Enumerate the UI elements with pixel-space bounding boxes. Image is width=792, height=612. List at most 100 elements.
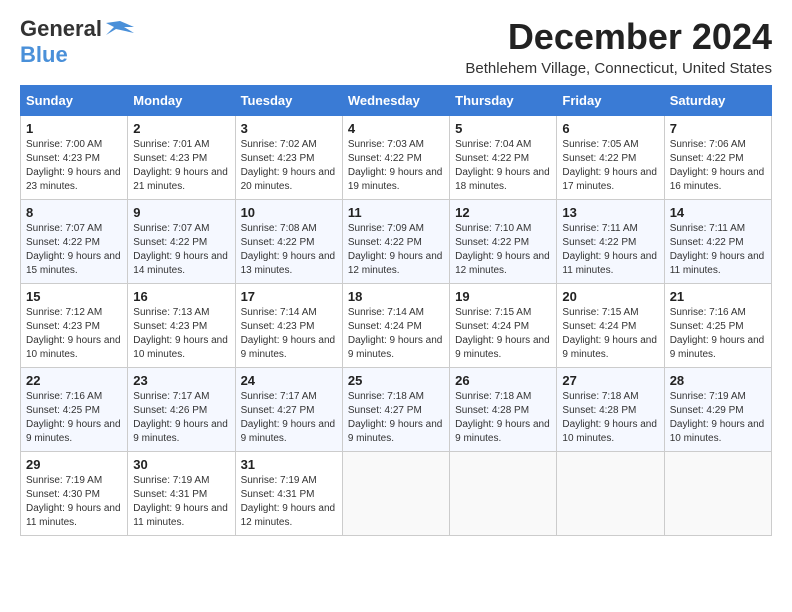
day-number: 25 (348, 373, 444, 388)
cell-info: Sunrise: 7:16 AMSunset: 4:25 PMDaylight:… (26, 390, 122, 446)
calendar-title: December 2024 (465, 16, 772, 58)
day-number: 13 (562, 205, 658, 220)
calendar-cell: 23 Sunrise: 7:17 AMSunset: 4:26 PMDayligh… (128, 368, 235, 452)
calendar-cell: 27Sunrise: 7:18 AMSunset: 4:28 PMDayligh… (557, 368, 664, 452)
day-number: 11 (348, 205, 444, 220)
calendar-cell: 2 Sunrise: 7:01 AMSunset: 4:23 PMDaylight… (128, 116, 235, 200)
calendar-cell: 21 Sunrise: 7:16 AMSunset: 4:25 PMDayligh… (664, 284, 771, 368)
calendar-cell: 22 Sunrise: 7:16 AMSunset: 4:25 PMDayligh… (21, 368, 128, 452)
cell-info: Sunrise: 7:09 AMSunset: 4:22 PMDaylight:… (348, 222, 444, 278)
day-number: 22 (26, 373, 122, 388)
logo: General Blue (20, 16, 134, 68)
cell-info: Sunrise: 7:14 AMSunset: 4:24 PMDaylight:… (348, 306, 444, 362)
day-header-thursday: Thursday (450, 86, 557, 116)
cell-info: Sunrise: 7:19 AMSunset: 4:31 PMDaylight:… (133, 474, 229, 530)
calendar-cell: 31 Sunrise: 7:19 AMSunset: 4:31 PMDayligh… (235, 452, 342, 536)
calendar-cell: 19 Sunrise: 7:15 AMSunset: 4:24 PMDayligh… (450, 284, 557, 368)
calendar-cell: 17 Sunrise: 7:14 AMSunset: 4:23 PMDayligh… (235, 284, 342, 368)
cell-info: Sunrise: 7:04 AMSunset: 4:22 PMDaylight:… (455, 138, 551, 194)
day-number: 19 (455, 289, 551, 304)
cell-info: Sunrise: 7:08 AMSunset: 4:22 PMDaylight:… (241, 222, 337, 278)
day-header-tuesday: Tuesday (235, 86, 342, 116)
cell-info: Sunrise: 7:19 AMSunset: 4:31 PMDaylight:… (241, 474, 337, 530)
cell-info: Sunrise: 7:15 AMSunset: 4:24 PMDaylight:… (562, 306, 658, 362)
cell-info: Sunrise: 7:01 AMSunset: 4:23 PMDaylight:… (133, 138, 229, 194)
calendar-cell: 5 Sunrise: 7:04 AMSunset: 4:22 PMDaylight… (450, 116, 557, 200)
day-number: 15 (26, 289, 122, 304)
calendar-table: SundayMondayTuesdayWednesdayThursdayFrid… (20, 85, 772, 536)
cell-info: Sunrise: 7:18 AMSunset: 4:28 PMDaylight:… (562, 390, 658, 446)
day-number: 29 (26, 457, 122, 472)
day-number: 3 (241, 121, 337, 136)
day-number: 26 (455, 373, 551, 388)
day-number: 5 (455, 121, 551, 136)
day-header-wednesday: Wednesday (342, 86, 449, 116)
cell-info: Sunrise: 7:11 AMSunset: 4:22 PMDaylight:… (562, 222, 658, 278)
cell-info: Sunrise: 7:07 AMSunset: 4:22 PMDaylight:… (26, 222, 122, 278)
calendar-cell: 7Sunrise: 7:06 AMSunset: 4:22 PMDaylight… (664, 116, 771, 200)
logo-text-blue: Blue (20, 42, 68, 67)
cell-info: Sunrise: 7:10 AMSunset: 4:22 PMDaylight:… (455, 222, 551, 278)
calendar-cell: 10 Sunrise: 7:08 AMSunset: 4:22 PMDayligh… (235, 200, 342, 284)
calendar-cell: 30 Sunrise: 7:19 AMSunset: 4:31 PMDayligh… (128, 452, 235, 536)
calendar-cell (450, 452, 557, 536)
calendar-header-row: SundayMondayTuesdayWednesdayThursdayFrid… (21, 86, 772, 116)
calendar-cell: 9 Sunrise: 7:07 AMSunset: 4:22 PMDaylight… (128, 200, 235, 284)
cell-info: Sunrise: 7:12 AMSunset: 4:23 PMDaylight:… (26, 306, 122, 362)
calendar-cell: 1 Sunrise: 7:00 AMSunset: 4:23 PMDaylight… (21, 116, 128, 200)
title-block: December 2024 Bethlehem Village, Connect… (465, 16, 772, 77)
logo-bird-icon (106, 19, 134, 39)
calendar-cell: 13 Sunrise: 7:11 AMSunset: 4:22 PMDayligh… (557, 200, 664, 284)
cell-info: Sunrise: 7:07 AMSunset: 4:22 PMDaylight:… (133, 222, 229, 278)
cell-info: Sunrise: 7:18 AMSunset: 4:27 PMDaylight:… (348, 390, 444, 446)
calendar-cell: 4Sunrise: 7:03 AMSunset: 4:22 PMDaylight… (342, 116, 449, 200)
cell-info: Sunrise: 7:17 AMSunset: 4:26 PMDaylight:… (133, 390, 229, 446)
day-number: 10 (241, 205, 337, 220)
header: General Blue December 2024 Bethlehem Vil… (20, 16, 772, 77)
calendar-week-row: 8 Sunrise: 7:07 AMSunset: 4:22 PMDaylight… (21, 200, 772, 284)
calendar-cell: 3 Sunrise: 7:02 AMSunset: 4:23 PMDaylight… (235, 116, 342, 200)
calendar-cell: 29 Sunrise: 7:19 AMSunset: 4:30 PMDayligh… (21, 452, 128, 536)
calendar-cell: 8 Sunrise: 7:07 AMSunset: 4:22 PMDaylight… (21, 200, 128, 284)
calendar-cell (342, 452, 449, 536)
cell-info: Sunrise: 7:06 AMSunset: 4:22 PMDaylight:… (670, 138, 766, 194)
day-number: 12 (455, 205, 551, 220)
day-number: 23 (133, 373, 229, 388)
calendar-cell: 12 Sunrise: 7:10 AMSunset: 4:22 PMDayligh… (450, 200, 557, 284)
calendar-cell: 15 Sunrise: 7:12 AMSunset: 4:23 PMDayligh… (21, 284, 128, 368)
calendar-cell: 28Sunrise: 7:19 AMSunset: 4:29 PMDayligh… (664, 368, 771, 452)
day-number: 30 (133, 457, 229, 472)
cell-info: Sunrise: 7:19 AMSunset: 4:30 PMDaylight:… (26, 474, 122, 530)
day-number: 8 (26, 205, 122, 220)
calendar-cell: 25 Sunrise: 7:18 AMSunset: 4:27 PMDayligh… (342, 368, 449, 452)
calendar-week-row: 15 Sunrise: 7:12 AMSunset: 4:23 PMDayligh… (21, 284, 772, 368)
calendar-cell (557, 452, 664, 536)
calendar-cell: 18 Sunrise: 7:14 AMSunset: 4:24 PMDayligh… (342, 284, 449, 368)
calendar-cell (664, 452, 771, 536)
cell-info: Sunrise: 7:02 AMSunset: 4:23 PMDaylight:… (241, 138, 337, 194)
day-number: 18 (348, 289, 444, 304)
cell-info: Sunrise: 7:03 AMSunset: 4:22 PMDaylight:… (348, 138, 444, 194)
day-number: 14 (670, 205, 766, 220)
day-number: 1 (26, 121, 122, 136)
calendar-cell: 14Sunrise: 7:11 AMSunset: 4:22 PMDayligh… (664, 200, 771, 284)
day-number: 16 (133, 289, 229, 304)
calendar-cell: 6 Sunrise: 7:05 AMSunset: 4:22 PMDaylight… (557, 116, 664, 200)
cell-info: Sunrise: 7:16 AMSunset: 4:25 PMDaylight:… (670, 306, 766, 362)
day-number: 21 (670, 289, 766, 304)
day-number: 2 (133, 121, 229, 136)
cell-info: Sunrise: 7:15 AMSunset: 4:24 PMDaylight:… (455, 306, 551, 362)
day-number: 31 (241, 457, 337, 472)
cell-info: Sunrise: 7:00 AMSunset: 4:23 PMDaylight:… (26, 138, 122, 194)
day-number: 17 (241, 289, 337, 304)
calendar-cell: 11 Sunrise: 7:09 AMSunset: 4:22 PMDayligh… (342, 200, 449, 284)
cell-info: Sunrise: 7:17 AMSunset: 4:27 PMDaylight:… (241, 390, 337, 446)
day-header-monday: Monday (128, 86, 235, 116)
day-number: 9 (133, 205, 229, 220)
cell-info: Sunrise: 7:14 AMSunset: 4:23 PMDaylight:… (241, 306, 337, 362)
day-header-saturday: Saturday (664, 86, 771, 116)
calendar-week-row: 1 Sunrise: 7:00 AMSunset: 4:23 PMDaylight… (21, 116, 772, 200)
cell-info: Sunrise: 7:05 AMSunset: 4:22 PMDaylight:… (562, 138, 658, 194)
day-number: 6 (562, 121, 658, 136)
cell-info: Sunrise: 7:13 AMSunset: 4:23 PMDaylight:… (133, 306, 229, 362)
